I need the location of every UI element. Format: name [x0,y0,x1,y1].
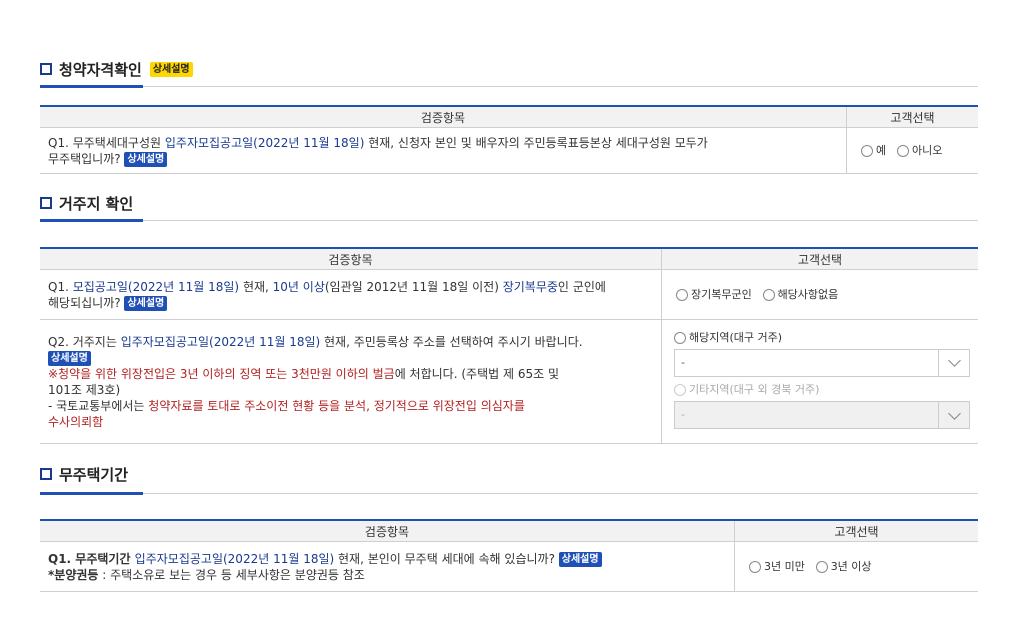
notice-date-link: 입주자모집공고일(2022년 11월 18일) [164,135,365,150]
radio-not-applicable[interactable] [762,288,775,301]
divider [40,493,978,494]
radio-long-term-soldier[interactable] [676,288,688,301]
local-region-select[interactable]: - [674,348,970,377]
radio-yes[interactable] [861,144,873,157]
chevron-down-icon [938,349,969,376]
question-cell: Q1. 무주택기간 입주자모집공고일(2022년 11월 18일) 현재, 본인… [40,541,735,592]
divider [40,86,978,87]
table-row: Q1. 모집공고일(2022년 11월 18일) 현재, 10년 이상(임관일 … [40,269,978,320]
square-bullet-icon [40,63,52,75]
choice-cell: 장기복무군인 해당사항없음 [661,269,978,320]
choice-cell: 예 아니오 [846,127,978,174]
section-title-eligibility: 청약자격확인 상세설명 [40,58,193,80]
detail-button[interactable]: 상세설명 [124,151,168,167]
choice-cell: 3년 미만 3년 이상 [734,541,978,592]
col-header-item: 검증항목 [40,519,735,542]
detail-button[interactable]: 상세설명 [124,295,168,311]
col-header-item: 검증항목 [40,247,662,270]
col-header-choice: 고객선택 [661,247,978,270]
title-underline [40,85,143,88]
title-underline [40,219,143,222]
eligibility-table: 검증항목 고객선택 Q1. 무주택세대구성원 입주자모집공고일(2022년 11… [40,105,978,174]
detail-button[interactable]: 상세설명 [149,61,193,77]
question-cell: Q1. 모집공고일(2022년 11월 18일) 현재, 10년 이상(임관일 … [40,269,662,320]
radio-over-3-years[interactable] [815,560,828,573]
table-row: Q1. 무주택기간 입주자모집공고일(2022년 11월 18일) 현재, 본인… [40,541,978,592]
radio-other-region[interactable] [674,384,686,396]
title-underline [40,492,143,495]
radio-local-region[interactable] [674,331,686,344]
square-bullet-icon [40,197,52,209]
col-header-choice: 고객선택 [846,105,978,128]
divider [40,220,978,221]
col-header-choice: 고객선택 [734,519,978,542]
choice-cell: 해당지역(대구 거주) - 기타지역(대구 외 경북 거주) - [661,319,978,444]
detail-button[interactable]: 상세설명 [558,551,602,567]
residence-table: 검증항목 고객선택 Q1. 모집공고일(2022년 11월 18일) 현재, 1… [40,247,978,444]
col-header-item: 검증항목 [40,105,847,128]
square-bullet-icon [40,468,52,480]
other-region-select[interactable]: - [674,401,970,429]
section-title-residence: 거주지 확인 [40,192,133,214]
homeless-period-table: 검증항목 고객선택 Q1. 무주택기간 입주자모집공고일(2022년 11월 1… [40,519,978,592]
question-cell: Q2. 거주지는 입주자모집공고일(2022년 11월 18일) 현재, 주민등… [40,319,662,444]
radio-no[interactable] [896,144,909,157]
chevron-down-icon [938,402,969,428]
radio-under-3-years[interactable] [749,560,761,573]
table-row: Q2. 거주지는 입주자모집공고일(2022년 11월 18일) 현재, 주민등… [40,319,978,444]
question-cell: Q1. 무주택세대구성원 입주자모집공고일(2022년 11월 18일) 현재,… [40,127,847,174]
detail-button[interactable]: 상세설명 [48,350,91,366]
table-row: Q1. 무주택세대구성원 입주자모집공고일(2022년 11월 18일) 현재,… [40,127,978,174]
section-title-homeless-period: 무주택기간 [40,463,128,485]
